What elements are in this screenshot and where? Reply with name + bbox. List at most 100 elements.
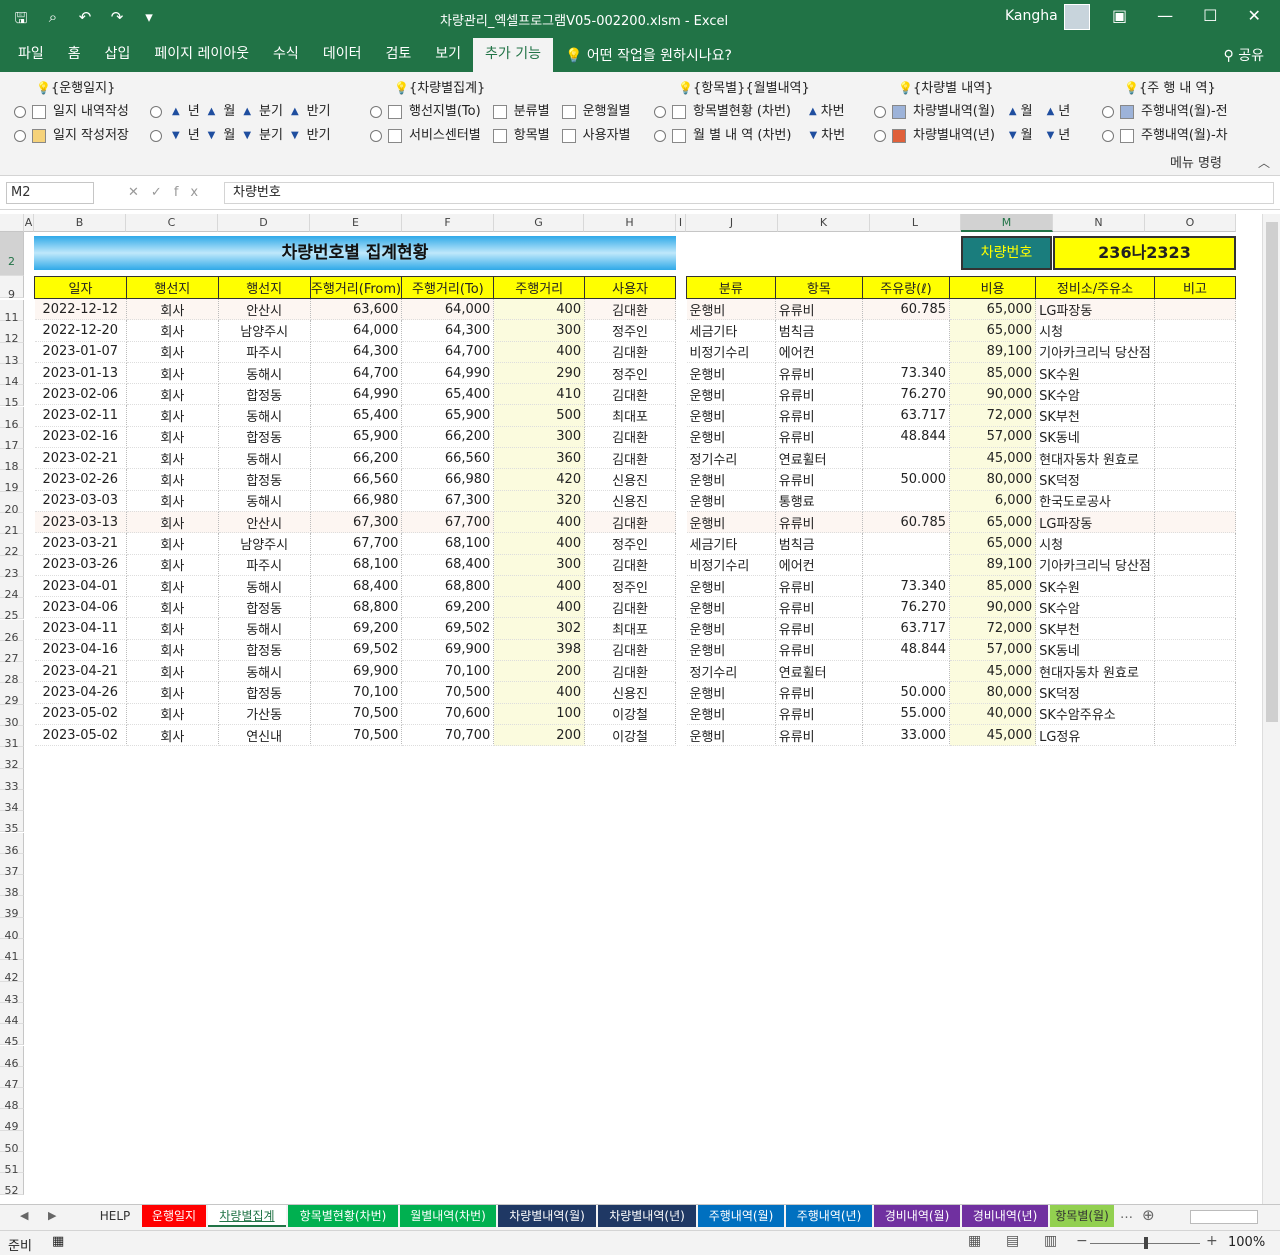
sheet-tab[interactable]: 경비내역(년) [962, 1205, 1048, 1227]
table-cell[interactable]: 69,900 [310, 660, 403, 683]
table-cell[interactable]: 67,700 [401, 511, 495, 534]
row-header[interactable]: 21 [0, 513, 24, 537]
column-header[interactable]: K [778, 214, 870, 232]
row-header[interactable]: 15 [0, 385, 24, 409]
table-cell[interactable]: 에어컨 [775, 554, 864, 576]
sheet-tab[interactable]: 항목별(월) [1050, 1205, 1114, 1227]
table-cell[interactable]: 유류비 [775, 362, 864, 385]
row-header[interactable]: 27 [0, 640, 24, 665]
table-cell[interactable] [1154, 362, 1237, 385]
table-cell[interactable]: 이강철 [584, 703, 676, 725]
table-cell[interactable]: 89,100 [949, 554, 1037, 576]
table-cell[interactable]: 2022-12-20 [34, 319, 127, 342]
table-cell[interactable]: 회사 [126, 490, 219, 512]
row-header[interactable]: 47 [0, 1066, 24, 1091]
radio[interactable] [874, 106, 886, 118]
table-cell[interactable]: 유류비 [775, 617, 864, 640]
table-cell[interactable]: 66,200 [401, 426, 495, 449]
up-arrow-icon[interactable]: ▲ [172, 100, 180, 124]
column-header-cell[interactable]: 주행거리 [493, 276, 586, 299]
table-cell[interactable]: 76.270 [862, 383, 950, 406]
table-cell[interactable]: 세금기타 [686, 319, 776, 342]
table-cell[interactable]: LG파장동 [1035, 511, 1155, 534]
table-cell[interactable]: 65,000 [949, 298, 1037, 321]
up-arrow-icon[interactable]: ▲ [243, 100, 251, 124]
table-cell[interactable]: 김대환 [584, 511, 676, 534]
sheet-tab[interactable]: HELP [90, 1205, 140, 1227]
table-cell[interactable]: 68,800 [401, 575, 495, 598]
table-cell[interactable]: 69,200 [310, 617, 403, 640]
table-cell[interactable]: 한국도로공사 [1035, 490, 1155, 512]
row-header[interactable]: 12 [0, 321, 24, 345]
table-cell[interactable]: 2023-02-11 [34, 404, 127, 427]
table-cell[interactable] [1154, 575, 1237, 598]
table-cell[interactable]: 김대환 [584, 596, 676, 619]
save-icon[interactable]: 🖫 [10, 8, 32, 33]
table-cell[interactable]: 300 [493, 554, 586, 576]
column-header[interactable]: H [584, 214, 676, 232]
vertical-scrollbar[interactable] [1262, 214, 1280, 1204]
table-cell[interactable]: 회사 [126, 383, 219, 406]
table-cell[interactable]: 73.340 [862, 575, 950, 598]
new-sheet-icon[interactable]: ⊕ [1142, 1206, 1155, 1224]
row-header[interactable]: 49 [0, 1109, 24, 1133]
table-cell[interactable]: 동해시 [218, 617, 311, 640]
row-header[interactable]: 36 [0, 832, 24, 857]
table-cell[interactable]: LG파장동 [1035, 298, 1155, 321]
table-cell[interactable]: 운행비 [686, 681, 776, 704]
row-header[interactable]: 9 [0, 276, 24, 301]
table-cell[interactable]: 기아카크리닉 당산점 [1035, 341, 1155, 363]
table-cell[interactable]: 에어컨 [775, 341, 864, 363]
down-arrow-icon[interactable]: ▼ [1047, 124, 1055, 148]
function-icon[interactable]: fx [174, 185, 210, 200]
down-arrow-icon[interactable]: ▼ [243, 124, 251, 148]
table-cell[interactable]: 동해시 [218, 660, 311, 683]
table-cell[interactable]: 유류비 [775, 703, 864, 725]
table-cell[interactable]: 300 [493, 426, 586, 449]
table-cell[interactable] [1154, 404, 1237, 427]
down-arrow-icon[interactable]: ▼ [208, 124, 216, 148]
column-header[interactable]: N [1053, 214, 1145, 232]
table-cell[interactable]: 회사 [126, 511, 219, 534]
table-cell[interactable]: 400 [493, 341, 586, 363]
row-header[interactable]: 48 [0, 1088, 24, 1112]
tab-0[interactable]: 파일 [0, 38, 56, 72]
tab-5[interactable]: 데이터 [311, 38, 374, 72]
table-cell[interactable]: 2023-05-02 [34, 703, 127, 725]
table-cell[interactable]: 2023-04-21 [34, 660, 127, 683]
zoom-slider-thumb[interactable] [1144, 1237, 1148, 1249]
table-cell[interactable]: 6,000 [949, 490, 1037, 512]
table-cell[interactable]: SK덕정 [1035, 468, 1155, 491]
more-sheets-icon[interactable]: … [1120, 1207, 1133, 1222]
table-cell[interactable]: 410 [493, 383, 586, 406]
table-cell[interactable]: 90,000 [949, 596, 1037, 619]
table-cell[interactable]: 2023-02-21 [34, 447, 127, 470]
page-layout-view-icon[interactable]: ▤ [1006, 1233, 1019, 1249]
zoom-in-icon[interactable]: + [1206, 1233, 1218, 1249]
table-cell[interactable]: SK수암 [1035, 596, 1155, 619]
column-header-cell[interactable]: 사용자 [584, 276, 676, 299]
table-cell[interactable]: 66,200 [310, 447, 403, 470]
table-cell[interactable]: 68,100 [310, 554, 403, 576]
table-cell[interactable]: 회사 [126, 575, 219, 598]
table-cell[interactable]: LG정유 [1035, 724, 1155, 747]
table-cell[interactable]: SK수암주유소 [1035, 703, 1155, 725]
table-cell[interactable]: 회사 [126, 532, 219, 555]
table-cell[interactable]: 파주시 [218, 554, 311, 576]
table-cell[interactable]: 신용진 [584, 681, 676, 704]
driving-monthly-all-button[interactable]: 주행내역(월)-전 [1141, 100, 1228, 124]
table-cell[interactable]: 48.844 [862, 639, 950, 662]
table-cell[interactable] [862, 319, 950, 342]
scroll-tabs-left-icon[interactable]: ◀ [20, 1209, 28, 1222]
table-cell[interactable]: 50.000 [862, 468, 950, 491]
table-cell[interactable]: 동해시 [218, 404, 311, 427]
table-cell[interactable]: 합정동 [218, 639, 311, 662]
row-header[interactable]: 40 [0, 917, 24, 942]
table-cell[interactable]: 300 [493, 319, 586, 342]
down-arrow-icon[interactable]: ▼ [291, 124, 299, 148]
ribbon-display-icon[interactable]: ▣ [1112, 6, 1127, 25]
sheet-tab[interactable]: 운행일지 [142, 1205, 206, 1227]
table-cell[interactable]: 2023-03-26 [34, 554, 127, 576]
up-arrow-icon[interactable]: ▲ [1047, 100, 1055, 124]
table-cell[interactable]: 64,300 [401, 319, 495, 342]
